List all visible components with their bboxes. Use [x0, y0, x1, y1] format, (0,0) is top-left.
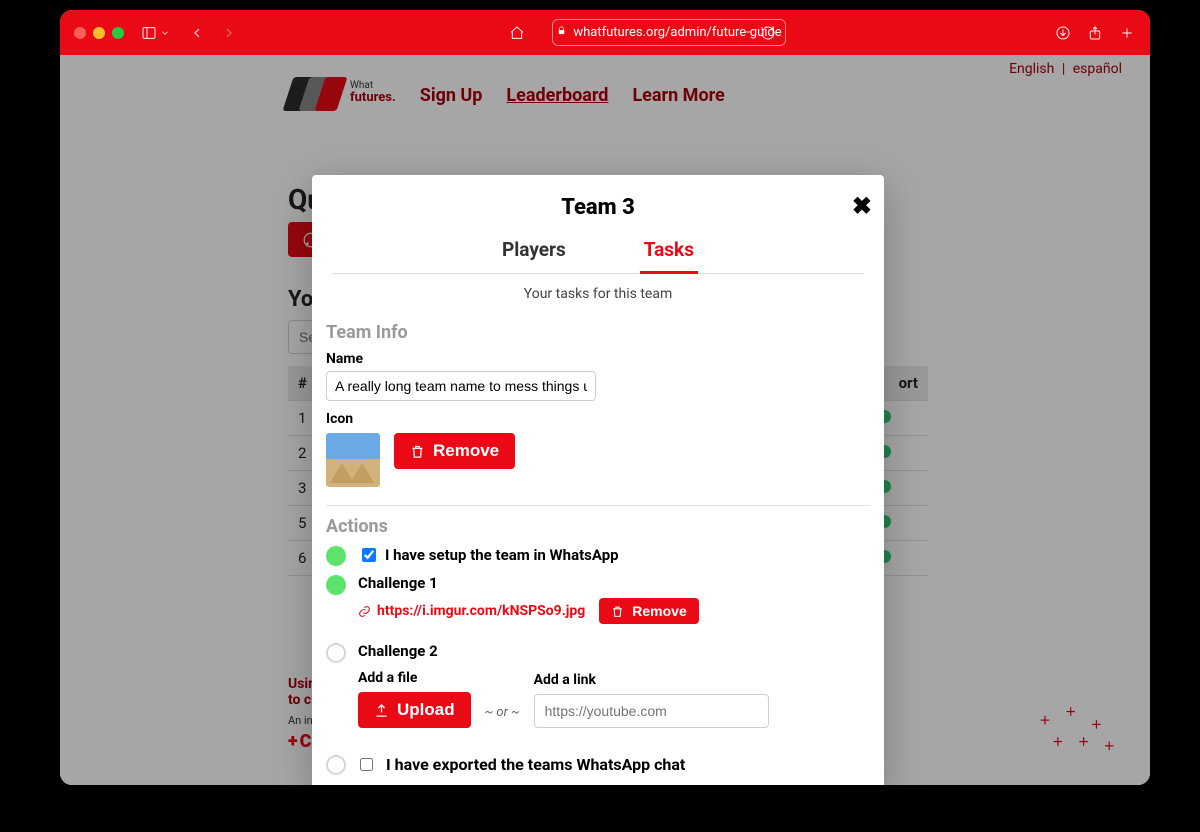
- share-icon[interactable]: [1086, 24, 1104, 42]
- trash-icon: [410, 444, 425, 459]
- add-file-label: Add a file: [358, 670, 471, 686]
- challenge-1-remove-button[interactable]: Remove: [599, 598, 698, 624]
- address-bar[interactable]: whatfutures.org/admin/future-guide: [552, 19, 786, 46]
- nav-back-icon[interactable]: [188, 24, 206, 42]
- remove-icon-label: Remove: [433, 441, 499, 461]
- modal-tabs: Players Tasks: [332, 238, 864, 274]
- setup-whatsapp-checkbox[interactable]: [362, 548, 376, 562]
- window-zoom-button[interactable]: [112, 27, 124, 39]
- export-chat-label: I have exported the teams WhatsApp chat: [386, 755, 685, 774]
- modal-close-button[interactable]: ✖: [846, 191, 878, 222]
- trash-icon: [611, 605, 624, 618]
- window-close-button[interactable]: [74, 27, 86, 39]
- status-pending-icon: [326, 755, 346, 775]
- setup-whatsapp-label: I have setup the team in WhatsApp: [385, 546, 619, 564]
- downloads-icon[interactable]: [1054, 24, 1072, 42]
- add-link-label: Add a link: [534, 672, 769, 688]
- team-info-heading: Team Info: [326, 322, 870, 343]
- status-done-icon: [326, 546, 346, 566]
- status-pending-icon: [326, 643, 346, 663]
- or-separator: ~ or ~: [485, 705, 520, 728]
- tab-tasks[interactable]: Tasks: [640, 238, 698, 274]
- upload-button[interactable]: Upload: [358, 692, 471, 728]
- status-done-icon: [326, 575, 346, 595]
- window-controls: [74, 27, 124, 39]
- close-icon: ✖: [852, 193, 872, 220]
- name-label: Name: [326, 351, 870, 367]
- refresh-icon[interactable]: [759, 24, 777, 42]
- team-icon-thumbnail: [326, 433, 380, 487]
- home-icon[interactable]: [508, 24, 526, 42]
- action-setup-whatsapp: I have setup the team in WhatsApp: [326, 545, 870, 566]
- action-export-chat: I have exported the teams WhatsApp chat: [326, 754, 870, 775]
- upload-icon: [374, 703, 389, 718]
- chevron-down-icon[interactable]: [160, 24, 170, 42]
- address-bar-url: whatfutures.org/admin/future-guide: [573, 25, 781, 40]
- sidebar-toggle-icon[interactable]: [140, 24, 158, 42]
- add-link-input[interactable]: [534, 694, 769, 728]
- challenge-2-title: Challenge 2: [358, 642, 870, 660]
- team-name-input[interactable]: [326, 371, 596, 401]
- link-icon: [358, 605, 371, 618]
- remove-icon-button[interactable]: Remove: [394, 433, 515, 469]
- team-modal: Team 3 ✖ Players Tasks Your tasks for th…: [312, 175, 884, 785]
- browser-titlebar: whatfutures.org/admin/future-guide: [60, 10, 1150, 55]
- window-minimize-button[interactable]: [93, 27, 105, 39]
- challenge-1-link[interactable]: https://i.imgur.com/kNSPSo9.jpg: [358, 603, 585, 619]
- modal-subtitle: Your tasks for this team: [312, 286, 884, 302]
- challenge-1-title: Challenge 1: [358, 574, 870, 592]
- browser-window: whatfutures.org/admin/future-guide: [60, 10, 1150, 785]
- icon-label: Icon: [326, 411, 870, 427]
- export-chat-checkbox[interactable]: [360, 758, 373, 771]
- action-challenge-2: Challenge 2 Add a file Upload ~ or ~: [326, 642, 870, 728]
- nav-forward-icon[interactable]: [220, 24, 238, 42]
- page-viewport: English | español What futures. Sign Up …: [60, 55, 1150, 785]
- actions-heading: Actions: [326, 516, 870, 537]
- action-challenge-1: Challenge 1 https://i.imgur.com/kNSPSo9.…: [326, 574, 870, 624]
- modal-title: Team 3: [332, 195, 864, 220]
- new-tab-icon[interactable]: [1118, 24, 1136, 42]
- lock-icon: [556, 25, 567, 40]
- tab-players[interactable]: Players: [498, 238, 570, 273]
